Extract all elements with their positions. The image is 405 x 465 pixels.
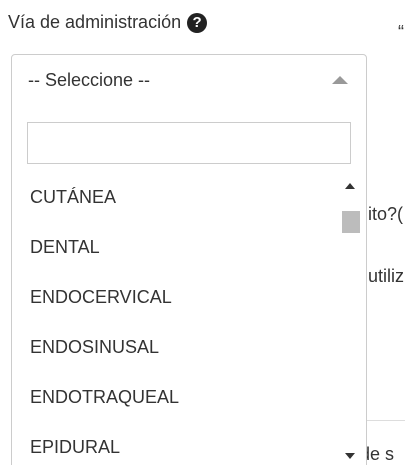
options-scrollbar[interactable] xyxy=(340,177,360,465)
background-text-2: utiliz xyxy=(368,266,405,286)
select-value: -- Seleccione -- xyxy=(28,69,151,90)
option-item[interactable]: ENDOCERVICAL xyxy=(12,272,340,322)
option-item[interactable]: ENDOTRAQUEAL xyxy=(12,372,340,422)
scroll-up-arrow-icon[interactable] xyxy=(345,183,355,189)
dropdown-search-input[interactable] xyxy=(27,122,351,164)
option-item[interactable]: DENTAL xyxy=(12,222,340,272)
background-text-quote: “ xyxy=(398,22,404,42)
select-dropdown: CUTÁNEA DENTAL ENDOCERVICAL ENDOSINUSAL … xyxy=(11,105,367,465)
field-label: Vía de administración ? xyxy=(8,12,208,33)
option-item[interactable]: ENDOSINUSAL xyxy=(12,322,340,372)
scroll-down-arrow-icon[interactable] xyxy=(345,453,355,459)
chevron-up-icon xyxy=(332,76,348,84)
background-text-1: ito?( xyxy=(368,204,404,224)
route-select[interactable]: -- Seleccione -- xyxy=(11,54,367,106)
scroll-thumb[interactable] xyxy=(342,211,360,233)
option-item[interactable]: CUTÁNEA xyxy=(12,172,340,222)
field-label-text: Vía de administración xyxy=(8,12,182,32)
option-item[interactable]: EPIDURAL xyxy=(12,422,340,465)
options-list: CUTÁNEA DENTAL ENDOCERVICAL ENDOSINUSAL … xyxy=(12,172,340,465)
question-circle-icon[interactable]: ? xyxy=(187,12,208,33)
